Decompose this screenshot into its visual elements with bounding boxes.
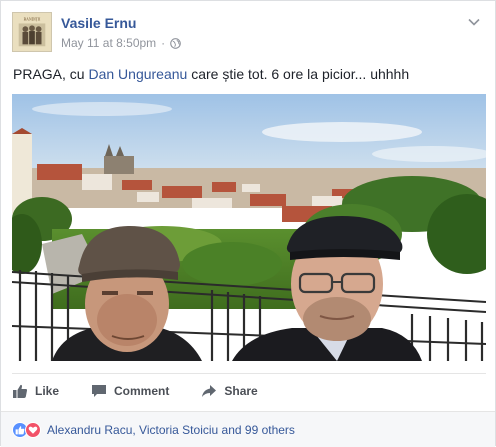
comment-button[interactable]: Comment — [91, 383, 169, 399]
reactions-bar: Alexandru Racu, Victoria Stoiciu and 99 … — [1, 411, 495, 447]
post-timestamp[interactable]: May 11 at 8:50pm — [61, 36, 156, 50]
mention-link[interactable]: Dan Ungureanu — [88, 66, 187, 82]
author-name[interactable]: Vasile Ernu — [61, 15, 136, 31]
post-text-after: care știe tot. 6 ore la picior... uhhhh — [187, 66, 410, 82]
post-text-before: PRAGA, cu — [13, 66, 89, 82]
avatar-cover-text: BANDIȚII — [24, 18, 42, 22]
book-cover-image: BANDIȚII — [13, 13, 51, 51]
post-card: BANDIȚII Vasile Ernu May 11 at 8:50pm · … — [0, 0, 496, 447]
globe-icon[interactable] — [170, 37, 181, 49]
reaction-icons[interactable] — [12, 421, 41, 438]
post-meta: May 11 at 8:50pm · — [61, 36, 181, 50]
love-reaction-icon — [25, 421, 41, 438]
share-label: Share — [224, 384, 258, 398]
post-photo[interactable] — [12, 94, 486, 361]
post-actions-bar: Like Comment Share — [12, 373, 486, 408]
post-text: PRAGA, cu Dan Ungureanu care știe tot. 6… — [13, 66, 409, 82]
thumbs-up-icon — [13, 384, 28, 398]
share-button[interactable]: Share — [201, 383, 258, 399]
comment-label: Comment — [114, 384, 170, 398]
comment-icon — [92, 385, 107, 397]
like-button[interactable]: Like — [12, 383, 59, 399]
meta-separator: · — [161, 36, 166, 50]
author-avatar[interactable]: BANDIȚII — [12, 12, 52, 52]
reactions-summary[interactable]: Alexandru Racu, Victoria Stoiciu and 99 … — [47, 423, 295, 437]
selfie-prague-photo — [12, 94, 486, 361]
chevron-down-icon[interactable] — [467, 15, 481, 29]
share-arrow-icon — [202, 385, 217, 397]
like-label: Like — [35, 384, 60, 398]
